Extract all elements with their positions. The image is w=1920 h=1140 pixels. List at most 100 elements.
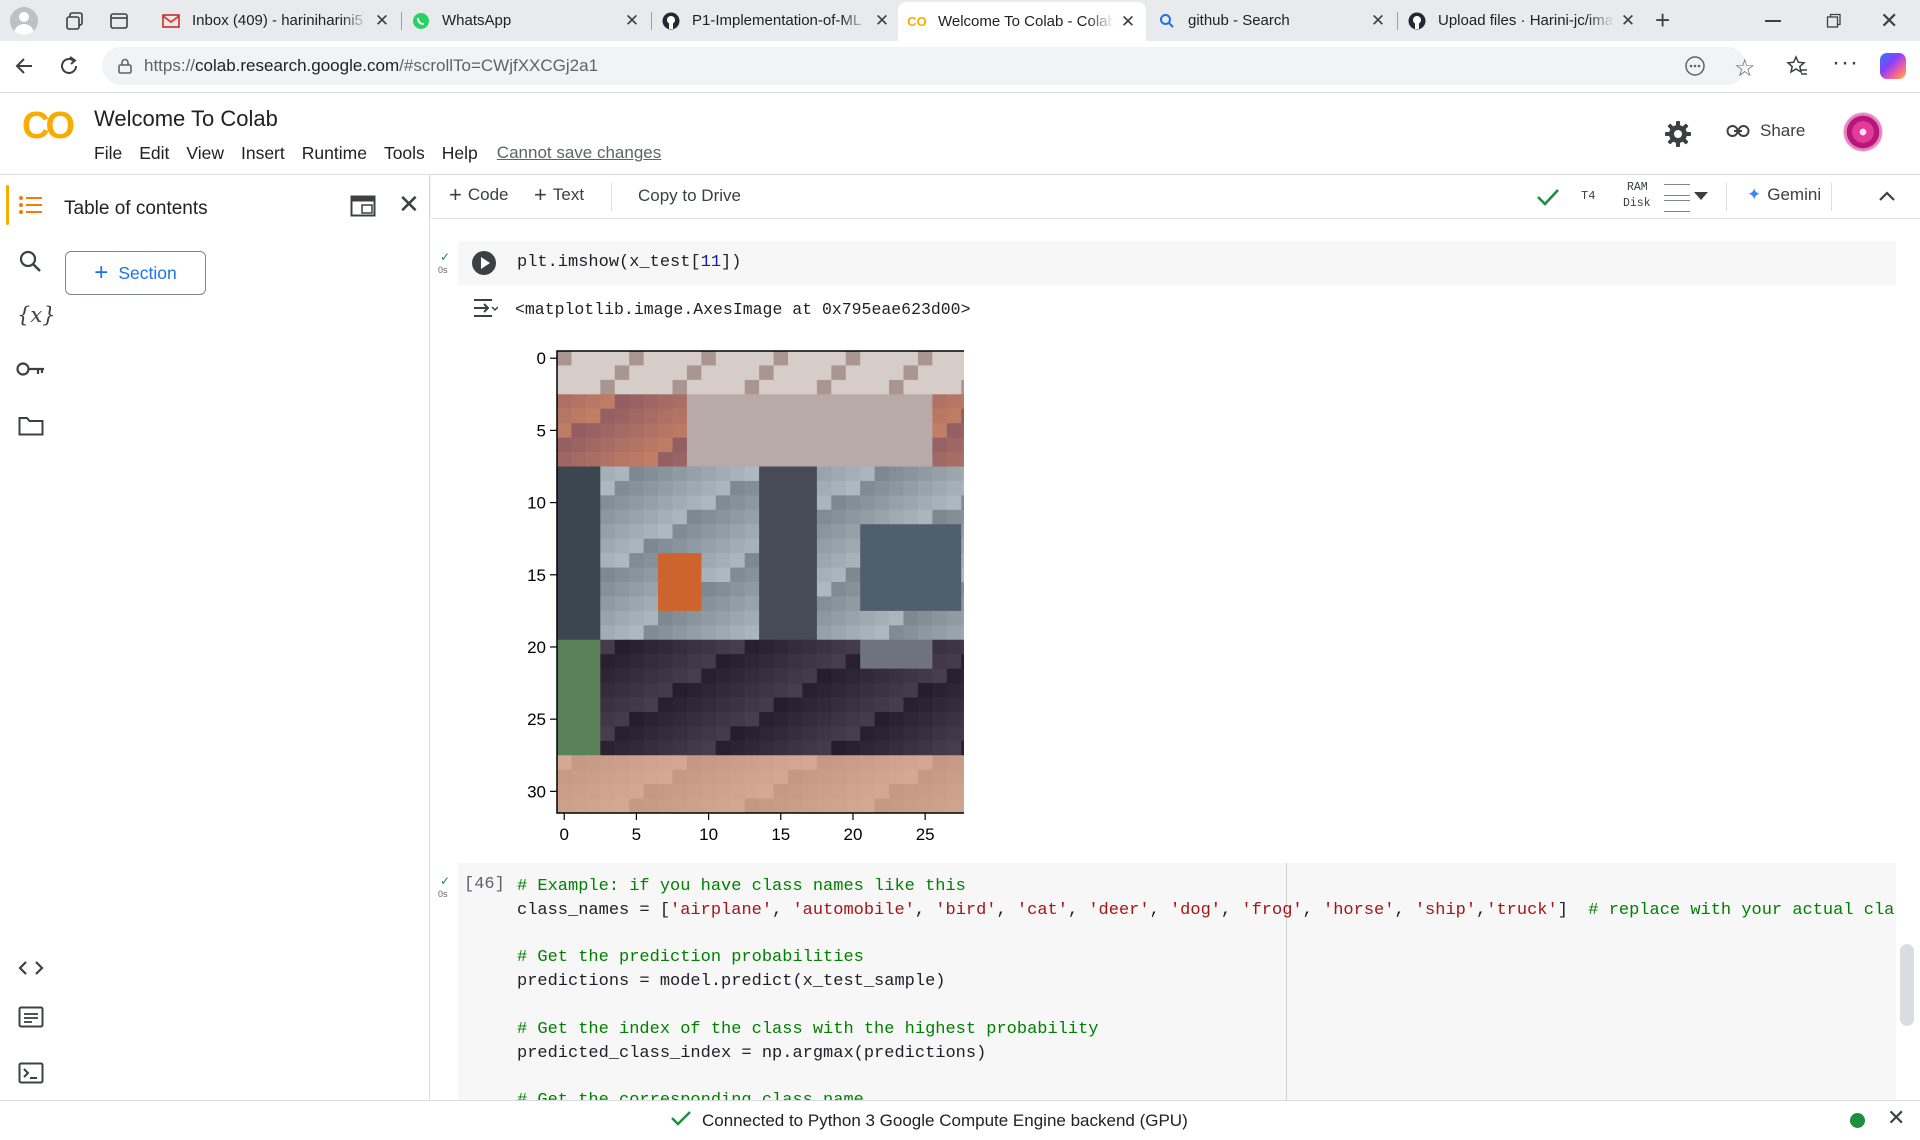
workspaces-icon[interactable] <box>64 10 86 37</box>
image-pixel <box>816 495 832 511</box>
close-tab-icon[interactable]: ✕ <box>1620 11 1636 31</box>
image-pixel <box>614 668 630 684</box>
site-info-icon[interactable] <box>116 57 134 75</box>
close-tab-icon[interactable]: ✕ <box>1370 11 1386 31</box>
menu-edit[interactable]: Edit <box>139 143 169 164</box>
image-pixel <box>802 625 818 641</box>
disk-label: Disk <box>1623 197 1651 210</box>
address-bar[interactable]: https://colab.research.google.com/#scrol… <box>102 47 1746 85</box>
image-pixel <box>557 480 572 496</box>
image-pixel <box>730 639 746 655</box>
image-pixel <box>831 668 847 684</box>
image-pixel <box>614 582 630 597</box>
settings-gear-icon[interactable] <box>1664 120 1692 153</box>
terminal-icon[interactable] <box>18 1062 44 1089</box>
image-pixel <box>889 509 904 525</box>
browser-tab-github-repo[interactable]: P1-Implementation-of-ML ✕ <box>652 4 900 37</box>
image-pixel <box>860 683 876 698</box>
resource-meter[interactable]: RAM Disk <box>1609 179 1729 215</box>
image-pixel <box>672 423 688 439</box>
cell-code[interactable]: plt.imshow(x_test[11]) <box>517 253 741 272</box>
disk-bar <box>1664 200 1690 212</box>
code-cell[interactable]: [46] # Example: if you have class names … <box>458 863 1896 1100</box>
open-in-tab-icon[interactable] <box>350 195 376 222</box>
browser-tab-whatsapp[interactable]: WhatsApp ✕ <box>402 4 650 37</box>
menu-insert[interactable]: Insert <box>241 143 285 164</box>
code-snippets-icon[interactable] <box>18 960 44 981</box>
window-close-icon[interactable]: ✕ <box>1880 8 1898 34</box>
image-pixel <box>917 697 933 713</box>
collapse-header-icon[interactable] <box>1878 189 1896 207</box>
image-pixel <box>773 466 789 482</box>
add-section-button[interactable]: + Section <box>65 251 206 295</box>
favorites-icon[interactable] <box>1785 54 1809 83</box>
notebook-title[interactable]: Welcome To Colab <box>94 106 278 132</box>
image-pixel <box>845 740 861 756</box>
close-tab-icon[interactable]: ✕ <box>874 11 890 31</box>
save-status-link[interactable]: Cannot save changes <box>497 143 661 164</box>
notebook-scrollbar[interactable] <box>1900 944 1914 1026</box>
add-code-button[interactable]: + Code <box>449 184 509 206</box>
image-pixel <box>788 784 803 800</box>
output-actions-icon[interactable] <box>472 297 499 324</box>
restore-icon[interactable] <box>1826 13 1842 34</box>
copy-to-drive-button[interactable]: Copy to Drive <box>638 186 741 206</box>
image-pixel <box>961 466 964 482</box>
image-pixel <box>788 452 803 467</box>
browser-tab-gmail[interactable]: Inbox (409) - hariniharini5 ✕ <box>152 4 400 37</box>
new-tab-icon[interactable]: + <box>1655 5 1670 36</box>
browser-tab-upload-files[interactable]: Upload files · Harini-jc/ima ✕ <box>1398 4 1646 37</box>
close-tab-icon[interactable]: ✕ <box>374 11 390 31</box>
image-pixel <box>557 365 572 381</box>
image-pixel <box>672 408 688 424</box>
reader-mode-icon[interactable] <box>1684 55 1706 82</box>
image-pixel <box>701 726 717 742</box>
menu-view[interactable]: View <box>186 143 224 164</box>
image-pixel <box>730 740 746 756</box>
image-pixel <box>600 668 616 684</box>
toc-icon[interactable] <box>18 195 44 220</box>
image-pixel <box>903 711 919 727</box>
image-pixel <box>571 610 587 626</box>
secrets-key-icon[interactable] <box>16 361 46 382</box>
image-pixel <box>715 784 731 800</box>
share-button[interactable]: Share <box>1726 121 1805 141</box>
close-sidebar-icon[interactable]: ✕ <box>398 189 420 220</box>
profile-icon[interactable] <box>10 7 38 35</box>
menu-help[interactable]: Help <box>442 143 478 164</box>
search-icon[interactable] <box>18 249 42 278</box>
url-text[interactable]: https://colab.research.google.com/#scrol… <box>144 56 598 76</box>
connected-check-icon[interactable] <box>1536 187 1560 212</box>
colab-logo[interactable]: CO <box>22 105 75 148</box>
image-pixel <box>802 379 818 395</box>
command-palette-icon[interactable] <box>18 1006 44 1033</box>
minimize-icon[interactable] <box>1765 20 1781 22</box>
menu-tools[interactable]: Tools <box>384 143 425 164</box>
image-pixel <box>845 553 861 569</box>
avatar[interactable] <box>1843 112 1883 152</box>
gemini-button[interactable]: ✦ Gemini <box>1747 185 1821 205</box>
run-cell-button[interactable] <box>472 251 496 275</box>
files-folder-icon[interactable] <box>18 416 44 441</box>
code-cell[interactable]: plt.imshow(x_test[11]) <box>458 241 1896 285</box>
close-tab-icon[interactable]: ✕ <box>1120 12 1136 32</box>
add-text-button[interactable]: + Text <box>534 184 584 206</box>
close-tab-icon[interactable]: ✕ <box>624 11 640 31</box>
close-status-icon[interactable]: ✕ <box>1887 1105 1905 1131</box>
browser-tab-github-search[interactable]: github - Search ✕ <box>1148 4 1396 37</box>
back-icon[interactable] <box>12 53 38 84</box>
variables-icon[interactable]: {x} <box>17 303 56 327</box>
image-pixel <box>672 509 688 525</box>
cell-code[interactable]: # Example: if you have class names like … <box>517 875 1896 1100</box>
image-pixel <box>860 452 876 467</box>
bookmark-star-icon[interactable]: ☆ <box>1734 54 1756 83</box>
browser-tab-colab[interactable]: CO Welcome To Colab - Colab ✕ <box>898 2 1146 41</box>
menu-file[interactable]: File <box>94 143 122 164</box>
reload-icon[interactable] <box>56 53 82 84</box>
menu-runtime[interactable]: Runtime <box>302 143 367 164</box>
tab-actions-icon[interactable] <box>108 10 130 37</box>
copilot-icon[interactable] <box>1880 53 1906 79</box>
more-menu-icon[interactable]: ··· <box>1832 49 1859 77</box>
runtime-dropdown-icon[interactable] <box>1694 192 1708 200</box>
image-pixel <box>686 784 702 800</box>
